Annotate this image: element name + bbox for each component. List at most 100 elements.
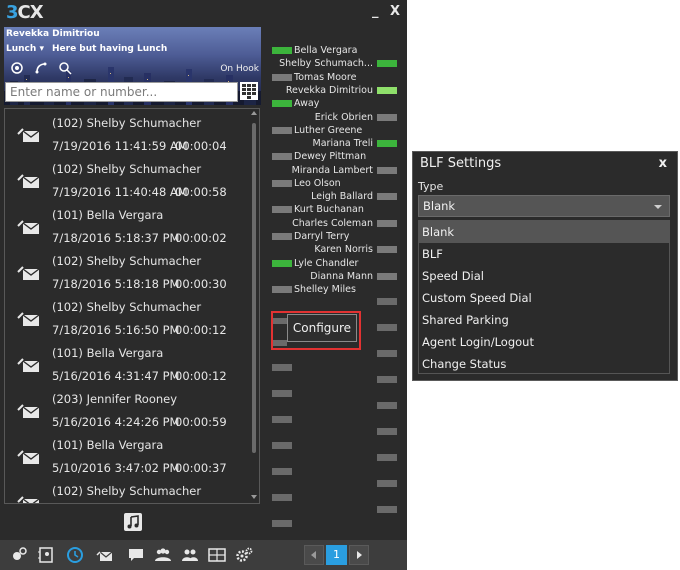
call-contact-name: (203) Jennifer Rooney — [52, 392, 178, 406]
blf-status-indicator[interactable] — [272, 100, 292, 107]
blf-status-indicator[interactable] — [377, 220, 397, 227]
keypad-icon[interactable] — [240, 82, 258, 100]
blf-empty-slot[interactable] — [377, 454, 397, 461]
blf-status-indicator[interactable] — [377, 273, 397, 280]
blf-status-indicator[interactable] — [377, 114, 397, 121]
music-note-icon[interactable] — [124, 513, 142, 531]
blf-status-indicator[interactable] — [272, 127, 292, 134]
chat-icon[interactable] — [127, 546, 145, 564]
configure-button[interactable]: Configure — [287, 314, 357, 342]
call-history-row[interactable]: (102) Shelby Schumacher 7/18/2016 5:16:50… — [5, 295, 251, 341]
blf-contact-name: Kurt Buchanan — [294, 204, 364, 215]
call-history-icon[interactable] — [66, 546, 84, 564]
previous-page-button[interactable] — [304, 545, 324, 565]
search-icon[interactable] — [58, 61, 72, 75]
call-history-row[interactable]: (101) Bella Vergara 7/18/2016 5:18:37 PM 0… — [5, 203, 251, 249]
blf-status-indicator[interactable] — [272, 180, 292, 187]
minimize-button[interactable]: _ — [372, 4, 379, 19]
blf-empty-slot[interactable] — [272, 442, 292, 449]
type-option[interactable]: Custom Speed Dial — [419, 287, 669, 309]
blf-status-indicator[interactable] — [272, 153, 292, 160]
status-note[interactable]: Here but having Lunch — [52, 44, 167, 54]
gear-icon[interactable] — [235, 546, 253, 564]
blf-empty-slot — [273, 318, 287, 324]
call-history-row[interactable]: (102) Shelby Schumacher — [5, 479, 251, 503]
blf-empty-slot[interactable] — [377, 428, 397, 435]
blf-empty-slot[interactable] — [272, 416, 292, 423]
next-page-button[interactable] — [349, 545, 369, 565]
blf-status-indicator[interactable] — [272, 206, 292, 213]
settings-icon[interactable] — [10, 546, 28, 564]
type-option[interactable]: Speed Dial — [419, 265, 669, 287]
blf-empty-slot[interactable] — [377, 350, 397, 357]
logo-number: 3 — [6, 2, 18, 23]
people-icon[interactable] — [154, 546, 172, 564]
phone-icon[interactable] — [34, 61, 48, 75]
voicemail-icon[interactable] — [96, 546, 114, 564]
type-select-value: Blank — [423, 199, 456, 213]
switchboard-icon[interactable] — [208, 546, 226, 564]
type-select[interactable]: Blank — [418, 195, 670, 217]
current-page-indicator[interactable]: 1 — [326, 545, 347, 565]
blf-status-indicator[interactable] — [377, 193, 397, 200]
type-option[interactable]: Agent Login/Logout — [419, 331, 669, 353]
blf-status-indicator[interactable] — [377, 246, 397, 253]
call-duration: 00:00:12 — [175, 369, 227, 383]
call-duration: 00:00:30 — [175, 277, 227, 291]
dialog-close-button[interactable]: x — [659, 156, 667, 171]
blf-empty-slot[interactable] — [377, 324, 397, 331]
blf-status-indicator[interactable] — [272, 286, 292, 293]
blf-empty-slot[interactable] — [272, 364, 292, 371]
blf-empty-slot[interactable] — [272, 520, 292, 527]
blf-status-indicator[interactable] — [272, 74, 292, 81]
call-contact-name: (102) Shelby Schumacher — [52, 300, 202, 314]
call-timestamp: 7/19/2016 11:41:59 AM — [52, 139, 188, 153]
blf-status-indicator[interactable] — [377, 140, 397, 147]
call-history-row[interactable]: (101) Bella Vergara 5/10/2016 3:47:02 PM 0… — [5, 433, 251, 479]
search-input[interactable] — [5, 82, 238, 102]
logo-text: CX — [17, 2, 44, 23]
scroll-down-icon[interactable] — [251, 495, 257, 499]
call-history-row[interactable]: (101) Bella Vergara 5/16/2016 4:31:47 PM 0… — [5, 341, 251, 387]
voicemail-envelope-icon — [17, 128, 40, 142]
reload-icon[interactable] — [10, 61, 24, 75]
blf-empty-slot[interactable] — [377, 298, 397, 305]
scroll-up-icon[interactable] — [251, 111, 257, 115]
blf-empty-slot[interactable] — [377, 402, 397, 409]
chevron-right-icon — [357, 551, 362, 559]
blf-empty-slot[interactable] — [272, 494, 292, 501]
call-duration: 00:00:58 — [175, 185, 227, 199]
voicemail-envelope-icon — [17, 496, 40, 503]
call-history-row[interactable]: (203) Jennifer Rooney 5/16/2016 4:24:26 P… — [5, 387, 251, 433]
blf-empty-slot[interactable] — [377, 376, 397, 383]
call-history-row[interactable]: (102) Shelby Schumacher 7/19/2016 11:41:5… — [5, 111, 251, 157]
blf-status-indicator[interactable] — [272, 260, 292, 267]
blf-status-indicator[interactable] — [272, 233, 292, 240]
conference-icon[interactable] — [181, 546, 199, 564]
blf-status-indicator[interactable] — [272, 47, 292, 54]
blf-empty-slot[interactable] — [377, 480, 397, 487]
close-window-button[interactable]: X — [390, 4, 400, 19]
blf-status-indicator[interactable] — [377, 60, 397, 67]
blf-empty-slot[interactable] — [272, 468, 292, 475]
user-name: Revekka Dimitriou — [6, 29, 100, 39]
call-history-list[interactable]: (102) Shelby Schumacher 7/19/2016 11:41:5… — [4, 108, 260, 504]
status-dropdown[interactable]: Lunch ▾ — [6, 44, 44, 54]
blf-contact-name: Mariana Treli — [312, 138, 373, 149]
type-option[interactable]: Change Status — [419, 353, 669, 375]
scrollbar[interactable] — [252, 123, 256, 453]
blf-status-indicator[interactable] — [377, 87, 397, 94]
call-history-row[interactable]: (102) Shelby Schumacher 7/18/2016 5:18:18… — [5, 249, 251, 295]
call-duration: 00:00:04 — [175, 139, 227, 153]
call-timestamp: 5/16/2016 4:24:26 PM — [52, 415, 180, 429]
blf-contact-name: Dianna Mann — [310, 271, 373, 282]
blf-empty-slot[interactable] — [377, 506, 397, 513]
type-option[interactable]: BLF — [419, 243, 669, 265]
contacts-icon[interactable] — [37, 546, 55, 564]
type-option[interactable]: Blank — [419, 221, 669, 243]
blf-empty-slot[interactable] — [272, 390, 292, 397]
call-history-row[interactable]: (102) Shelby Schumacher 7/19/2016 11:40:4… — [5, 157, 251, 203]
voicemail-envelope-icon — [17, 358, 40, 372]
type-option[interactable]: Shared Parking — [419, 309, 669, 331]
blf-status-indicator[interactable] — [377, 167, 397, 174]
